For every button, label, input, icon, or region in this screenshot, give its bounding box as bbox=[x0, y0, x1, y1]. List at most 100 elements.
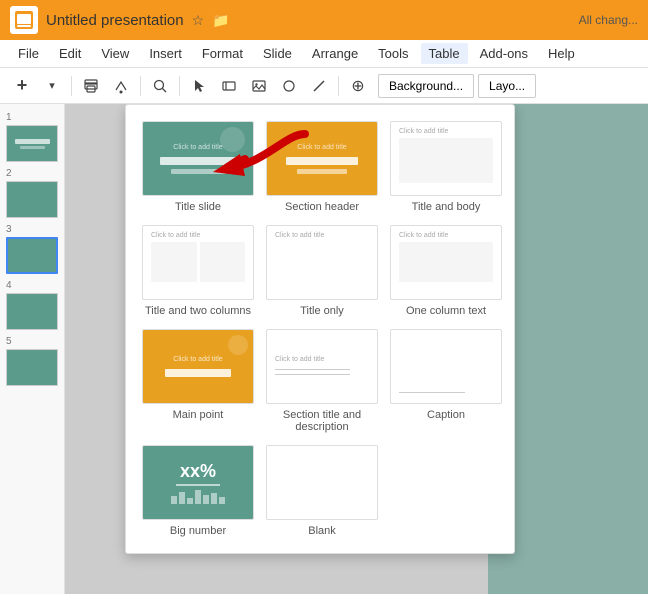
cursor-button[interactable] bbox=[185, 72, 213, 100]
bar-6 bbox=[211, 493, 217, 504]
paint-button[interactable] bbox=[107, 72, 135, 100]
slide-thumb-3[interactable]: 3 bbox=[6, 224, 58, 274]
document-title[interactable]: Untitled presentation bbox=[46, 12, 184, 29]
layout-preview-title-slide: Click to add title bbox=[142, 121, 254, 196]
layout-preview-title-only: Click to add title bbox=[266, 225, 378, 300]
layout-label-one-column: One column text bbox=[406, 305, 486, 317]
layout-preview-caption bbox=[390, 329, 502, 404]
bar-3 bbox=[187, 498, 193, 504]
preview-subtitle-line bbox=[171, 169, 226, 174]
menu-addons[interactable]: Add-ons bbox=[472, 43, 536, 64]
layout-preview-one-column: Click to add title bbox=[390, 225, 502, 300]
menu-tools[interactable]: Tools bbox=[370, 43, 416, 64]
layout-dropdown: Click to add title Title slide Click to … bbox=[125, 104, 515, 554]
layout-item-caption[interactable]: Caption bbox=[390, 329, 502, 433]
layout-preview-main-point: Click to add title bbox=[142, 329, 254, 404]
bar-1 bbox=[171, 496, 177, 504]
menu-insert[interactable]: Insert bbox=[141, 43, 190, 64]
line-button[interactable] bbox=[305, 72, 333, 100]
slide-thumb-1[interactable]: 1 bbox=[6, 112, 58, 162]
background-button[interactable]: Background... bbox=[378, 74, 474, 98]
prev-tb-label: Click to add title bbox=[399, 128, 493, 135]
prev-col-2 bbox=[200, 242, 246, 282]
menu-arrange[interactable]: Arrange bbox=[304, 43, 366, 64]
folder-icon[interactable]: 📁 bbox=[212, 12, 229, 29]
zoom-button[interactable] bbox=[146, 72, 174, 100]
layout-preview-title-body: Click to add title bbox=[390, 121, 502, 196]
bar-5 bbox=[203, 495, 209, 504]
shapes-button[interactable] bbox=[275, 72, 303, 100]
layout-item-main-point[interactable]: Click to add title Main point bbox=[142, 329, 254, 433]
slide-img-3[interactable] bbox=[6, 237, 58, 274]
prev-one-col: Click to add title bbox=[391, 226, 501, 299]
prev-st-line2 bbox=[275, 374, 350, 375]
menu-edit[interactable]: Edit bbox=[51, 43, 89, 64]
add-button[interactable]: + bbox=[8, 72, 36, 100]
layout-label-big-number: Big number bbox=[170, 525, 226, 537]
layout-button[interactable]: Layo... bbox=[478, 74, 536, 98]
slide-img-4[interactable] bbox=[6, 293, 58, 330]
slide-thumb-2[interactable]: 2 bbox=[6, 168, 58, 218]
slide-img-5[interactable] bbox=[6, 349, 58, 386]
layout-label-section-header: Section header bbox=[285, 201, 359, 213]
print-button[interactable] bbox=[77, 72, 105, 100]
prev-oc-title: Click to add title bbox=[399, 232, 493, 239]
main-area: 1 2 3 4 5 bbox=[0, 104, 648, 594]
layout-item-one-column[interactable]: Click to add title One column text bbox=[390, 225, 502, 317]
textbox-button[interactable] bbox=[215, 72, 243, 100]
prev-to-title: Click to add title bbox=[275, 232, 369, 239]
prev-mp-label: Click to add title bbox=[173, 356, 222, 363]
prev-two-col: Click to add title bbox=[143, 226, 253, 299]
menu-bar: File Edit View Insert Format Slide Arran… bbox=[0, 40, 648, 68]
layout-item-title-slide[interactable]: Click to add title Title slide bbox=[142, 121, 254, 213]
slide-num-5: 5 bbox=[6, 336, 58, 347]
slide-num-4: 4 bbox=[6, 280, 58, 291]
prev-section-header: Click to add title bbox=[267, 122, 377, 195]
title-bar: Untitled presentation ☆ 📁 All chang... bbox=[0, 0, 648, 40]
star-icon[interactable]: ☆ bbox=[192, 12, 205, 29]
menu-slide[interactable]: Slide bbox=[255, 43, 300, 64]
layout-item-blank[interactable]: Blank bbox=[266, 445, 378, 537]
preview-sh-sub bbox=[297, 169, 347, 174]
preview-label-text2: Click to add title bbox=[297, 144, 346, 151]
add-special-button[interactable]: ⊕ bbox=[344, 72, 372, 100]
layout-item-big-number[interactable]: xx% bbox=[142, 445, 254, 537]
layout-label-title-body: Title and body bbox=[412, 201, 481, 213]
layout-preview-big-number: xx% bbox=[142, 445, 254, 520]
prev-title-only: Click to add title bbox=[267, 226, 377, 299]
prev-bn-bars bbox=[171, 490, 225, 504]
canvas-area: Click to add title Title slide Click to … bbox=[65, 104, 648, 594]
image-button[interactable] bbox=[245, 72, 273, 100]
slide-thumb-5[interactable]: 5 bbox=[6, 336, 58, 386]
bar-4 bbox=[195, 490, 201, 504]
menu-format[interactable]: Format bbox=[194, 43, 251, 64]
layout-item-title-only[interactable]: Click to add title Title only bbox=[266, 225, 378, 317]
layout-item-section-title[interactable]: Click to add title Section title and des… bbox=[266, 329, 378, 433]
layout-item-section-header[interactable]: Click to add title Section header bbox=[266, 121, 378, 213]
slide-img-1[interactable] bbox=[6, 125, 58, 162]
layout-item-two-columns[interactable]: Click to add title Title and two columns bbox=[142, 225, 254, 317]
undo-button[interactable]: ▾ bbox=[38, 72, 66, 100]
prev-main-point: Click to add title bbox=[143, 330, 253, 403]
menu-help[interactable]: Help bbox=[540, 43, 583, 64]
layout-label-section-title: Section title and description bbox=[283, 409, 361, 433]
slide-thumb-4[interactable]: 4 bbox=[6, 280, 58, 330]
layout-label-blank: Blank bbox=[308, 525, 336, 537]
toolbar-divider-1 bbox=[71, 76, 72, 96]
prev-bn-num: xx% bbox=[180, 462, 216, 480]
preview-title-line bbox=[160, 157, 237, 165]
prev-bn-line bbox=[176, 484, 220, 486]
slide-img-2[interactable] bbox=[6, 181, 58, 218]
menu-table[interactable]: Table bbox=[421, 43, 468, 64]
prev-col-1 bbox=[151, 242, 197, 282]
layout-label-main-point: Main point bbox=[173, 409, 224, 421]
layout-grid: Click to add title Title slide Click to … bbox=[142, 121, 498, 537]
layout-item-title-body[interactable]: Click to add title Title and body bbox=[390, 121, 502, 213]
prev-caption bbox=[391, 330, 501, 403]
menu-file[interactable]: File bbox=[10, 43, 47, 64]
prev-title-slide: Click to add title bbox=[143, 122, 253, 195]
save-status: All chang... bbox=[579, 13, 638, 27]
prev-mp-circle bbox=[228, 335, 248, 355]
decorative-circle bbox=[220, 127, 245, 152]
menu-view[interactable]: View bbox=[93, 43, 137, 64]
